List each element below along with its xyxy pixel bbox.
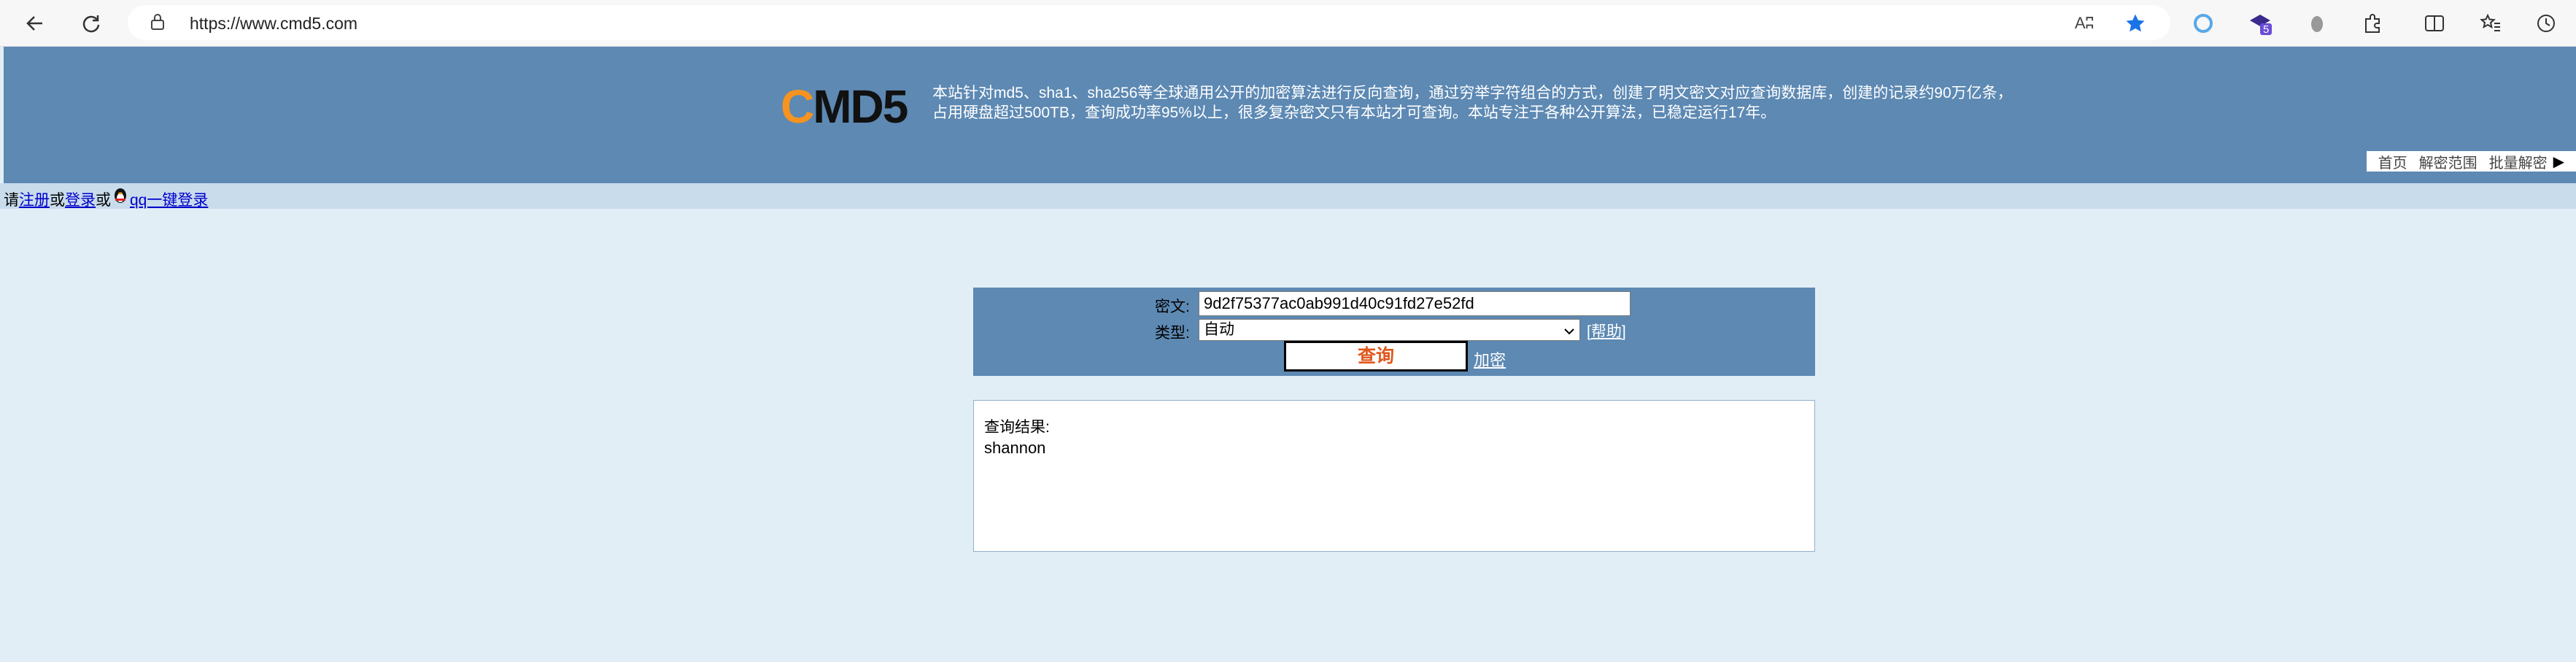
qq-penguin-icon xyxy=(115,188,126,203)
login-prefix: 请 xyxy=(4,192,19,209)
back-arrow-icon xyxy=(26,16,42,31)
extension-hand-icon[interactable] xyxy=(2302,9,2332,38)
read-aloud-icon[interactable]: Aʭ xyxy=(2072,12,2097,34)
extension-circle-icon[interactable] xyxy=(2189,9,2218,38)
help-link-wrapper: [帮助] xyxy=(1587,320,1626,342)
address-bar[interactable]: https://www.cmd5.com Aʭ xyxy=(128,5,2170,40)
nav-batch-decrypt[interactable]: 批量解密 xyxy=(2489,151,2548,172)
nav-home[interactable]: 首页 xyxy=(2378,151,2407,172)
result-value: shannon xyxy=(984,439,1046,457)
site-header: CMD5 本站针对md5、sha1、sha256等全球通用公开的加密算法进行反向… xyxy=(4,47,2576,183)
browser-toolbar: https://www.cmd5.com Aʭ 5 xyxy=(0,0,2576,47)
login-or-1: 或 xyxy=(50,192,65,209)
refresh-icon xyxy=(82,15,100,33)
nav-arrow-icon[interactable]: ▶ xyxy=(2553,153,2564,171)
intro-line-2: 占用硬盘超过500TB，查询成功率95%以上，很多复杂密文只有本站才可查询。本站… xyxy=(932,104,1776,121)
result-label: 查询结果: xyxy=(984,419,1050,436)
ciphertext-label: 密文: xyxy=(1155,299,1190,315)
login-bar xyxy=(0,183,2576,209)
logo-text: MD5 xyxy=(813,80,908,133)
extension-hat-icon[interactable]: 5 xyxy=(2246,9,2275,38)
split-screen-icon[interactable] xyxy=(2420,9,2449,38)
query-button[interactable]: 查询 xyxy=(1284,341,1468,372)
cmd5-logo[interactable]: CMD5 xyxy=(781,80,908,134)
encrypt-link[interactable]: 加密 xyxy=(1474,347,1506,371)
login-link[interactable]: 登录 xyxy=(65,188,96,210)
top-nav: 首页 解密范围 批量解密 ▶ xyxy=(2366,151,2576,172)
back-button[interactable] xyxy=(19,7,51,39)
chevron-down-icon xyxy=(1563,323,1575,343)
query-panel: 密文: 9d2f75377ac0ab991d40c91fd27e52fd 类型:… xyxy=(973,288,1815,376)
login-or-2: 或 xyxy=(96,192,111,209)
refresh-button[interactable] xyxy=(75,7,107,39)
type-select-value: 自动 xyxy=(1204,321,1234,338)
logo-letter-c: C xyxy=(781,80,814,133)
nav-decrypt-range[interactable]: 解密范围 xyxy=(2419,151,2478,172)
qq-login-link[interactable]: qq一键登录 xyxy=(130,188,208,210)
favorites-icon[interactable] xyxy=(2476,9,2505,38)
register-link[interactable]: 注册 xyxy=(19,188,50,210)
history-icon[interactable] xyxy=(2531,9,2561,38)
extension-badge: 5 xyxy=(2263,23,2270,36)
type-select[interactable]: 自动 xyxy=(1199,319,1580,341)
star-icon[interactable] xyxy=(2123,12,2148,34)
type-label: 类型: xyxy=(1155,325,1190,342)
lock-icon xyxy=(151,14,164,30)
ciphertext-input[interactable]: 9d2f75377ac0ab991d40c91fd27e52fd xyxy=(1199,291,1631,316)
result-box: 查询结果: shannon xyxy=(973,400,1815,552)
help-bracket-close: ] xyxy=(1621,323,1626,340)
intro-line-1: 本站针对md5、sha1、sha256等全球通用公开的加密算法进行反向查询，通过… xyxy=(932,85,2013,101)
login-line: 请 注册 或 登录 或 qq一键登录 xyxy=(4,188,208,210)
help-link[interactable]: 帮助 xyxy=(1591,323,1622,340)
site-intro: 本站针对md5、sha1、sha256等全球通用公开的加密算法进行反向查询，通过… xyxy=(932,83,2041,123)
url-text[interactable]: https://www.cmd5.com xyxy=(190,14,357,34)
extensions-puzzle-icon[interactable] xyxy=(2358,9,2387,38)
